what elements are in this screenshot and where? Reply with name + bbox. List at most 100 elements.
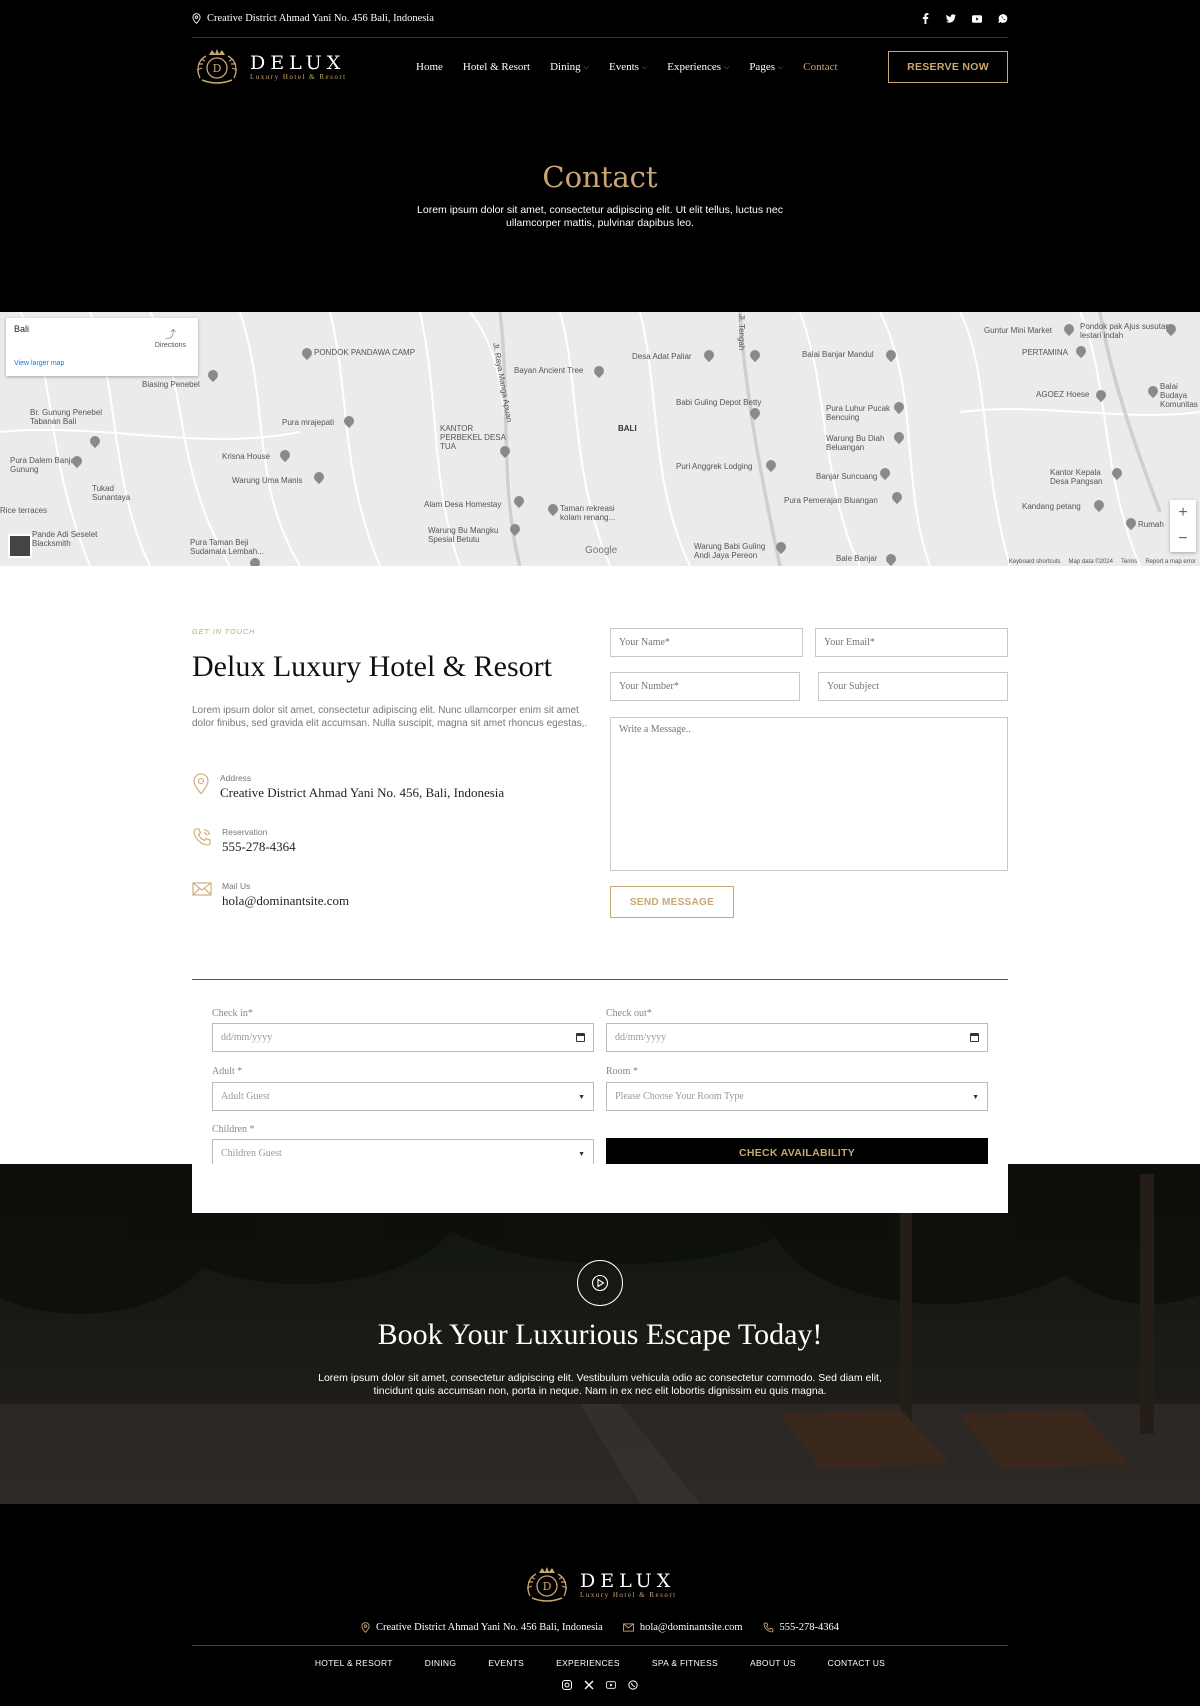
google-map[interactable]: Bali ⤴ Directions View larger map PONDOK… — [0, 312, 1200, 566]
section-divider — [192, 979, 1008, 980]
map-footer-link[interactable]: Report a map error — [1145, 559, 1196, 565]
brand-name: DELUX — [580, 1570, 676, 1592]
caret-down-icon: ▼ — [578, 1149, 585, 1158]
cta-title: Book Your Luxurious Escape Today! — [377, 1318, 823, 1351]
subject-input[interactable] — [818, 672, 1008, 701]
play-icon — [591, 1274, 609, 1292]
crest-icon: D — [196, 49, 238, 84]
send-message-button[interactable]: SEND MESSAGE — [610, 886, 734, 918]
info-address: Address Creative District Ahmad Yani No.… — [192, 773, 504, 801]
footer-link-about-us[interactable]: ABOUT US — [750, 1658, 796, 1668]
info-phone-value[interactable]: 555-278-4364 — [222, 839, 296, 855]
nav-item-contact[interactable]: Contact — [803, 61, 837, 73]
whatsapp-icon[interactable] — [628, 1680, 638, 1690]
map-label: Pande Adi Seselet Blacksmith — [32, 530, 98, 548]
footer-phone[interactable]: 555-278-4364 — [763, 1622, 839, 1633]
map-label: Balai Banjar Mandul — [802, 350, 874, 359]
location-pin-icon — [361, 1622, 370, 1633]
map-label: Jl. Tengah — [737, 314, 746, 351]
number-input[interactable] — [610, 672, 800, 701]
map-footer-link[interactable]: Keyboard shortcuts — [1009, 559, 1061, 565]
map-footer: Keyboard shortcuts Map data ©2024 Terms … — [1009, 559, 1196, 565]
calendar-icon[interactable] — [970, 1033, 979, 1042]
chevron-down-icon: ⌵ — [777, 62, 784, 71]
nav-item-label: Contact — [803, 61, 838, 73]
adult-select[interactable]: Adult Guest ▼ — [212, 1082, 594, 1111]
footer-link-hotel-resort[interactable]: HOTEL & RESORT — [315, 1658, 393, 1668]
directions-icon: ⤴ — [164, 329, 176, 341]
nav-menu: Home Hotel & Resort Dining ⌵ Events ⌵ Expe… — [416, 61, 838, 73]
hero-description: Lorem ipsum dolor sit amet, consectetur … — [417, 204, 783, 229]
footer-email-text: hola@dominantsite.com — [639, 1622, 743, 1633]
logo-text: DELUX Luxury Hotel & Resort — [250, 53, 347, 81]
info-mail-value[interactable]: hola@dominantsite.com — [222, 893, 349, 909]
footer-link-spa-fitness[interactable]: SPA & FITNESS — [652, 1658, 718, 1668]
room-value: Please Choose Your Room Type — [615, 1091, 744, 1102]
message-textarea[interactable] — [610, 717, 1008, 871]
crest-icon: D — [526, 1567, 568, 1602]
logo[interactable]: D DELUX Luxury Hotel & Resort — [192, 48, 422, 86]
youtube-icon[interactable] — [606, 1680, 616, 1690]
email-input[interactable] — [815, 628, 1008, 657]
x-icon[interactable] — [584, 1680, 594, 1690]
footer-logo[interactable]: D DELUX Luxury Hotel & Resort — [522, 1566, 677, 1604]
nav-item-dining[interactable]: Dining ⌵ — [550, 61, 589, 73]
nav-item-events[interactable]: Events ⌵ — [609, 61, 647, 73]
check-availability-button[interactable]: CHECK AVAILABILITY — [606, 1138, 988, 1167]
nav-item-experiences[interactable]: Experiences ⌵ — [667, 61, 729, 73]
footer-email[interactable]: hola@dominantsite.com — [622, 1622, 743, 1633]
nav-item-hotel-resort[interactable]: Hotel & Resort — [463, 61, 530, 73]
footer-link-contact-us[interactable]: CONTACT US — [828, 1658, 885, 1668]
nav-item-label: Events — [608, 61, 639, 73]
footer-link-dining[interactable]: DINING — [425, 1658, 457, 1668]
footer-link-experiences[interactable]: EXPERIENCES — [556, 1658, 620, 1668]
map-label: Warung Babi Guling Andi Jaya Pereon — [694, 542, 766, 560]
directions-button[interactable]: ⤴ Directions — [155, 326, 186, 349]
map-label: Babi Guling Depot Betty — [676, 398, 762, 407]
location-pin-icon — [193, 773, 209, 795]
location-pin-icon — [192, 13, 201, 24]
map-label: Biasing Penebel — [142, 380, 200, 389]
checkin-date-input[interactable]: dd/mm/yyyy — [212, 1023, 594, 1052]
nav-item-home[interactable]: Home — [416, 61, 443, 73]
map-footer-link[interactable]: Terms — [1121, 559, 1137, 565]
map-label: PONDOK PANDAWA CAMP — [314, 348, 416, 357]
play-button[interactable] — [577, 1260, 623, 1306]
topbar-address: Creative District Ahmad Yani No. 456 Bal… — [192, 13, 434, 24]
phone-icon — [763, 1622, 773, 1633]
instagram-icon[interactable] — [562, 1680, 572, 1690]
calendar-icon[interactable] — [576, 1033, 585, 1042]
brand-name: DELUX — [250, 52, 346, 74]
map-label: PERTAMINA — [1022, 348, 1068, 357]
logo-monogram: D — [543, 1580, 552, 1593]
nav-item-pages[interactable]: Pages ⌵ — [749, 61, 783, 73]
nav-item-label: Home — [416, 61, 443, 73]
map-label: Warung Uma Manis — [232, 476, 303, 485]
map-label: Guntur Mini Market — [984, 326, 1053, 335]
reserve-now-button[interactable]: RESERVE NOW — [888, 51, 1008, 83]
map-label: Kandang petang — [1022, 502, 1081, 511]
zoom-out-icon[interactable]: − — [1178, 530, 1187, 548]
view-larger-map-link[interactable]: View larger map — [14, 360, 64, 367]
facebook-icon[interactable] — [920, 13, 930, 24]
name-input[interactable] — [610, 628, 803, 657]
room-select[interactable]: Please Choose Your Room Type ▼ — [606, 1082, 988, 1111]
footer-link-events[interactable]: EVENTS — [488, 1658, 524, 1668]
youtube-icon[interactable] — [972, 14, 982, 24]
twitter-icon[interactable] — [946, 14, 956, 24]
nav-item-label: Pages — [749, 61, 775, 73]
map-label: Pura Pemerajan Bluangan — [784, 496, 878, 505]
map-thumbnail[interactable] — [8, 534, 32, 558]
map-label: Br. Gunung Penebel Tabanan Bali — [30, 408, 103, 426]
contact-title: Delux Luxury Hotel & Resort — [192, 650, 552, 683]
zoom-in-icon[interactable]: + — [1178, 504, 1187, 522]
checkin-label: Check in* — [212, 1008, 253, 1019]
mail-icon — [192, 882, 212, 896]
map-label: BALI — [618, 424, 637, 433]
whatsapp-icon[interactable] — [998, 14, 1008, 24]
checkout-date-input[interactable]: dd/mm/yyyy — [606, 1023, 988, 1052]
phone-icon — [193, 828, 211, 846]
checkout-label: Check out* — [606, 1008, 652, 1019]
room-label: Room * — [606, 1066, 638, 1077]
page-title: Contact — [542, 160, 658, 194]
